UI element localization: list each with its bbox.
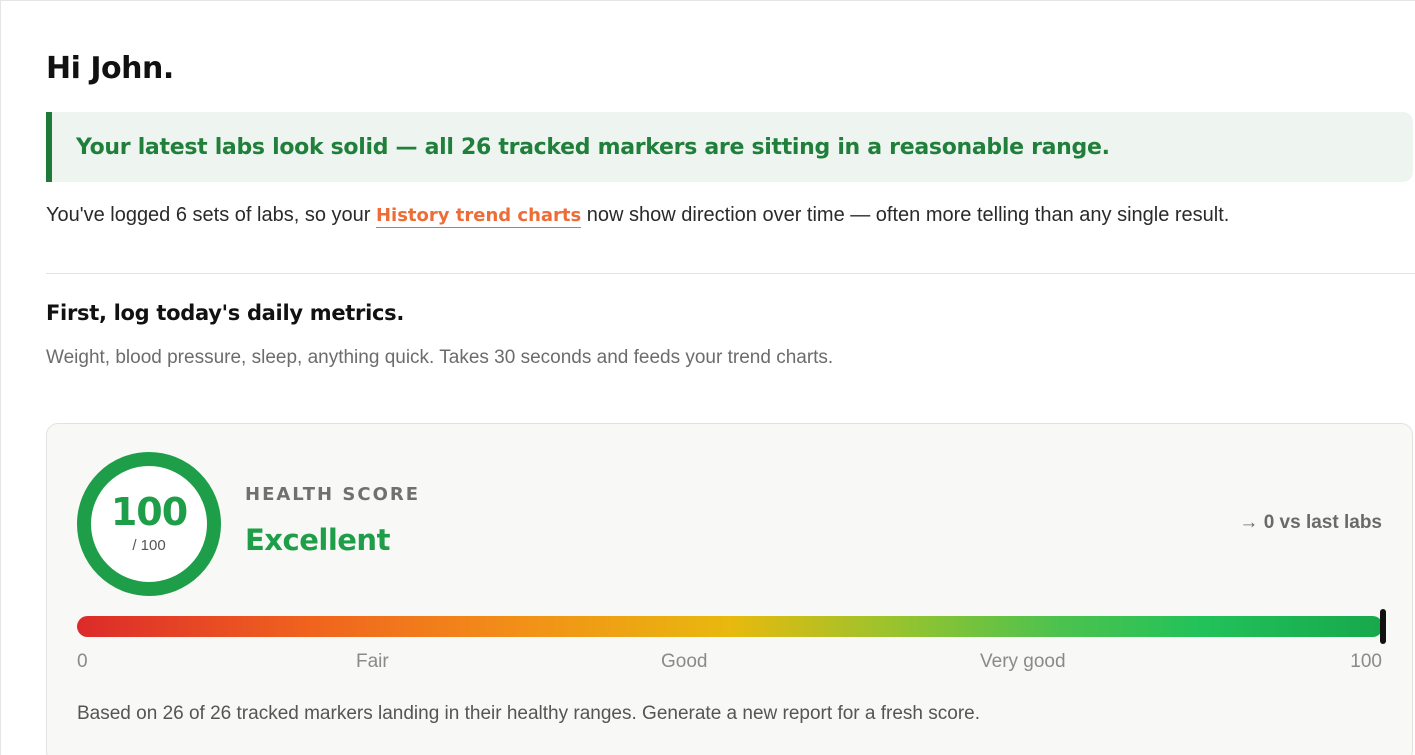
daily-metrics-title[interactable]: First, log today's daily metrics.	[46, 301, 404, 325]
gauge-label-good: Good	[661, 651, 708, 672]
health-score-note: Based on 26 of 26 tracked markers landin…	[77, 703, 981, 724]
health-score-ring: 100 / 100	[77, 452, 221, 596]
health-score-gauge	[77, 609, 1386, 644]
health-score-value: 100	[110, 490, 188, 534]
history-trend-charts-link[interactable]: History trend charts	[375, 205, 582, 228]
history-note-prefix: You've logged 6 sets of labs, so your	[46, 204, 376, 226]
health-score-card: 100 / 100 HEALTH SCORE Excellent → 0 vs …	[46, 423, 1413, 755]
section-divider	[46, 273, 1415, 274]
health-score-max: / 100	[132, 537, 166, 554]
greeting-heading: Hi John.	[46, 51, 174, 86]
gauge-label-min: 0	[77, 651, 88, 672]
daily-metrics-description: Weight, blood pressure, sleep, anything …	[46, 347, 834, 368]
health-score-label: HEALTH SCORE	[245, 484, 421, 505]
labs-status-text: Your latest labs look solid — all 26 tra…	[76, 134, 1110, 160]
history-note: You've logged 6 sets of labs, so your Hi…	[46, 204, 1230, 228]
gauge-marker	[1380, 609, 1386, 644]
score-delta: → 0 vs last labs	[1239, 512, 1382, 533]
labs-status-banner: Your latest labs look solid — all 26 tra…	[46, 112, 1413, 182]
gauge-label-very-good: Very good	[980, 651, 1066, 672]
gauge-label-max: 100	[1350, 651, 1382, 672]
health-score-rating: Excellent	[245, 523, 390, 557]
dashboard-page: Hi John. Your latest labs look solid — a…	[0, 0, 1415, 755]
history-note-suffix: now show direction over time — often mor…	[581, 204, 1230, 226]
gauge-label-fair: Fair	[356, 651, 389, 672]
